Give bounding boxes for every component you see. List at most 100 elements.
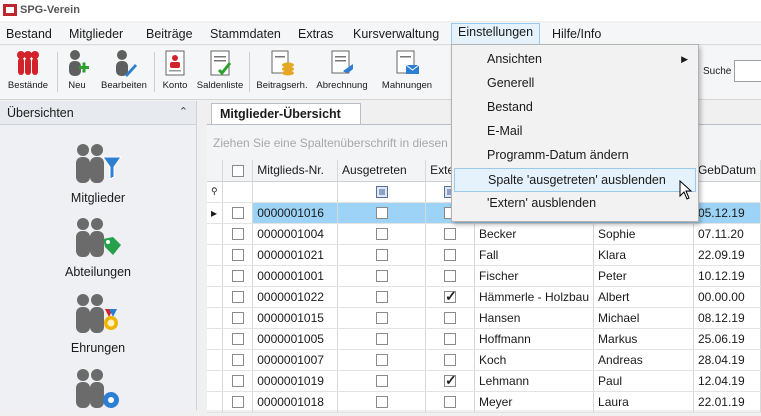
bestaende-button[interactable]: Bestände <box>4 49 52 97</box>
row-select-checkbox[interactable] <box>222 244 254 266</box>
sidebar-item-label: Ehrungen <box>70 341 126 355</box>
cell-extern-checkbox[interactable] <box>425 391 475 413</box>
cell-ausgetreten-checkbox[interactable] <box>337 307 427 329</box>
filter-cell[interactable] <box>693 181 761 203</box>
cell-ausgetreten-checkbox[interactable] <box>337 328 427 350</box>
table-row[interactable]: 0000001004 Becker Sophie 07.11.20 <box>207 223 761 245</box>
row-select-checkbox[interactable] <box>222 349 254 371</box>
billing-icon <box>329 49 355 77</box>
table-row[interactable]: 0000001019 LehmannPaul12.04.19 <box>207 370 761 392</box>
filter-cell[interactable] <box>252 181 339 203</box>
collapse-chevron-icon[interactable]: ⌃ <box>179 105 188 118</box>
menu-bestand[interactable]: Bestand <box>0 26 58 45</box>
cell-ausgetreten-checkbox[interactable] <box>337 391 427 413</box>
cell-ausgetreten-checkbox[interactable] <box>337 244 427 266</box>
cell-name: Lehmann <box>474 370 595 392</box>
table-row[interactable]: 0000001021 Fall Klara 22.09.19 <box>207 244 761 266</box>
settings-people-icon <box>73 366 123 412</box>
table-row[interactable]: 0000001015 Hansen Michael 08.12.19 <box>207 307 761 329</box>
table-row[interactable]: 0000001005 Hoffmann Markus 25.06.19 <box>207 328 761 350</box>
cell-name: Hoffmann <box>474 328 595 350</box>
cell-ausgetreten-checkbox[interactable] <box>337 286 427 308</box>
row-select-checkbox[interactable] <box>222 391 254 413</box>
row-select-checkbox[interactable] <box>222 223 254 245</box>
cell-mitglieds-nr: 0000001016 <box>252 202 339 224</box>
menu-hilfe-info[interactable]: Hilfe/Info <box>546 26 607 45</box>
menu-item-generell[interactable]: Generell <box>454 72 696 96</box>
menu-item-spalte-ausgetreten-ausblenden[interactable]: Spalte 'ausgetreten' ausblenden <box>454 168 696 192</box>
sidebar-item-mitglieder[interactable]: Mitglieder <box>0 141 196 205</box>
mahnungen-button[interactable]: Mahnungen <box>378 49 436 97</box>
row-select-checkbox[interactable] <box>222 328 254 350</box>
cell-ausgetreten-checkbox[interactable] <box>337 202 427 224</box>
cell-name: Hansen <box>474 307 595 329</box>
select-all-checkbox[interactable] <box>222 160 254 182</box>
saldenliste-label: Saldenliste <box>196 80 244 91</box>
filter-cell[interactable] <box>222 181 254 203</box>
table-row[interactable]: 0000001022 Hämmerle - HolzbauAlbert00.00.… <box>207 286 761 308</box>
cell-mitglieds-nr: 0000001001 <box>252 265 339 287</box>
konto-button[interactable]: Konto <box>158 49 192 97</box>
column-header-mitglieds-nr[interactable]: Mitglieds-Nr. <box>252 160 339 182</box>
row-select-checkbox[interactable] <box>222 265 254 287</box>
menu-item-bestand[interactable]: Bestand <box>454 96 696 120</box>
cell-extern-checkbox[interactable] <box>425 349 475 371</box>
column-header-gebdatum[interactable]: GebDatum <box>693 160 761 182</box>
saldenliste-button[interactable]: Saldenliste <box>196 49 244 97</box>
mouse-cursor-icon <box>679 180 693 200</box>
menu-extras[interactable]: Extras <box>292 26 339 45</box>
cell-extern-checkbox[interactable] <box>425 307 475 329</box>
row-indicator <box>207 286 224 308</box>
row-indicator <box>207 370 224 392</box>
cell-extern-checkbox[interactable] <box>425 223 475 245</box>
cell-ausgetreten-checkbox[interactable] <box>337 349 427 371</box>
cell-ausgetreten-checkbox[interactable] <box>337 223 427 245</box>
row-select-checkbox[interactable] <box>222 307 254 329</box>
search-input[interactable] <box>734 60 761 82</box>
tab-mitglieder-uebersicht[interactable]: Mitglieder-Übersicht <box>211 103 361 125</box>
column-header-ausgetreten[interactable]: Ausgetreten <box>337 160 427 182</box>
sidebar-item-ehrungen[interactable]: Ehrungen <box>0 291 196 355</box>
row-select-checkbox[interactable] <box>222 202 254 224</box>
cell-extern-checkbox[interactable] <box>425 328 475 350</box>
cell-gebdatum: 07.11.20 <box>693 223 761 245</box>
cell-gebdatum: 08.12.19 <box>693 307 761 329</box>
menu-item-ansichten[interactable]: Ansichten ▶ <box>454 48 696 72</box>
cell-ausgetreten-checkbox[interactable] <box>337 370 427 392</box>
table-row[interactable]: 0000001001 Fischer Peter 10.12.19 <box>207 265 761 287</box>
neu-button[interactable]: Neu <box>62 49 92 97</box>
sidebar-header: Übersichten ⌃ <box>0 101 196 125</box>
sidebar-item-label: Mitglieder <box>70 191 126 205</box>
table-row[interactable]: 0000001018 Meyer Laura 22.01.19 <box>207 391 761 413</box>
cell-extern-checkbox[interactable] <box>425 244 475 266</box>
table-row[interactable]: 0000001007 Koch Andreas 28.04.19 <box>207 349 761 371</box>
menu-mitglieder[interactable]: Mitglieder <box>63 26 129 45</box>
filter-ausgetreten-checkbox[interactable] <box>337 181 427 203</box>
menu-item-email[interactable]: E-Mail <box>454 120 696 144</box>
cell-extern-checkbox[interactable] <box>425 265 475 287</box>
beitragserh-button[interactable]: Beitragserh. <box>254 49 310 97</box>
bearbeiten-button[interactable]: Bearbeiten <box>98 49 150 97</box>
cell-name: Hämmerle - Holzbau <box>474 286 595 308</box>
row-select-checkbox[interactable] <box>222 370 254 392</box>
menu-bar: Bestand Mitglieder Beiträge Stammdaten E… <box>0 23 761 45</box>
menu-stammdaten[interactable]: Stammdaten <box>204 26 287 45</box>
menu-item-programm-datum[interactable]: Programm-Datum ändern <box>454 144 696 168</box>
cell-mitglieds-nr: 0000001007 <box>252 349 339 371</box>
sidebar-item-settings[interactable] <box>0 366 196 416</box>
beitragserh-label: Beitragserh. <box>256 80 308 91</box>
row-select-checkbox[interactable] <box>222 286 254 308</box>
cell-ausgetreten-checkbox[interactable] <box>337 265 427 287</box>
menu-kursverwaltung[interactable]: Kursverwaltung <box>347 26 445 45</box>
cell-extern-checkbox[interactable] <box>425 286 475 308</box>
cell-extern-checkbox[interactable] <box>425 370 475 392</box>
menu-einstellungen[interactable]: Einstellungen <box>451 23 541 45</box>
sidebar-item-abteilungen[interactable]: Abteilungen <box>0 215 196 279</box>
menu-item-extern-ausblenden[interactable]: 'Extern' ausblenden <box>454 192 696 216</box>
cell-name: Koch <box>474 349 595 371</box>
pins-icon <box>15 49 41 77</box>
row-indicator-header <box>207 160 224 182</box>
cell-name: Becker <box>474 223 595 245</box>
menu-beitraege[interactable]: Beiträge <box>140 26 199 45</box>
abrechnung-button[interactable]: Abrechnung <box>313 49 371 97</box>
